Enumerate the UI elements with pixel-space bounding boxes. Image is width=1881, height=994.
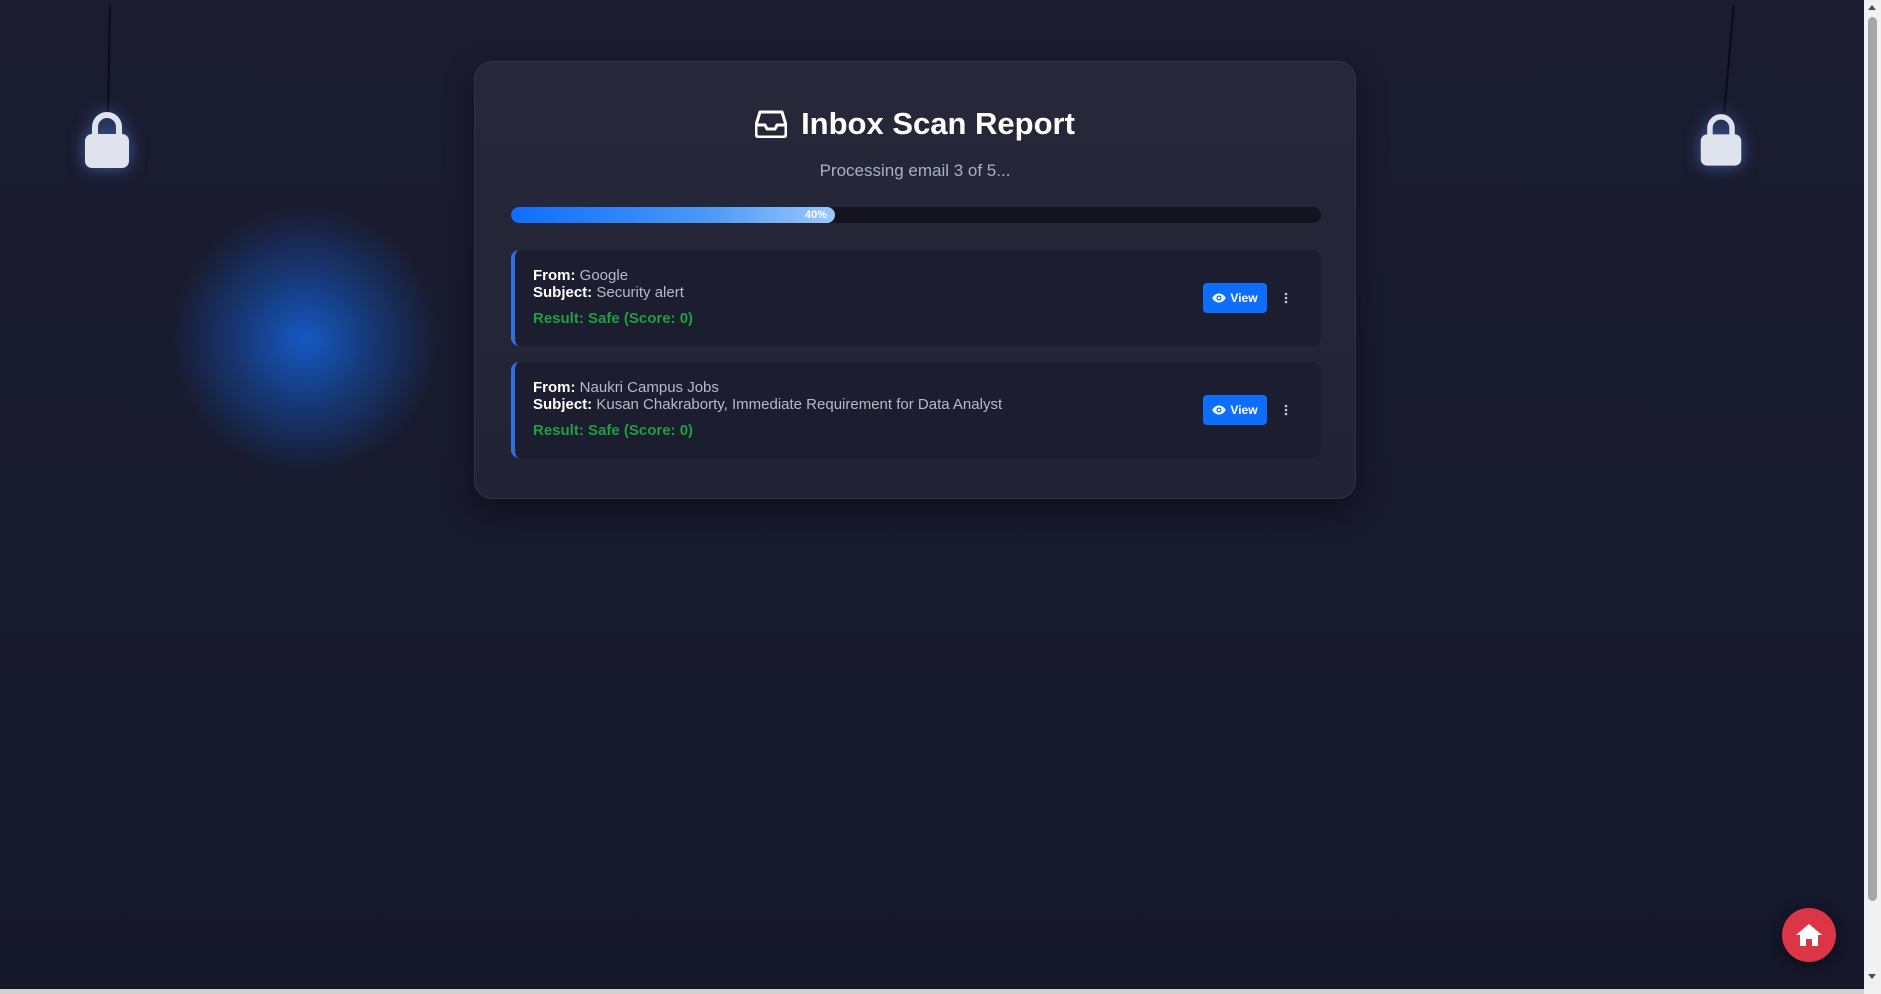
eye-icon <box>1212 293 1227 303</box>
email-list-item: From: Google Subject: Security alert Res… <box>511 250 1321 346</box>
page-viewport: Inbox Scan Report Processing email 3 of … <box>0 0 1864 989</box>
email-subject: Subject: Kusan Chakraborty, Immediate Re… <box>533 396 1002 413</box>
subject-label: Subject: <box>533 396 593 413</box>
scan-progress-bar: 40% <box>511 207 1321 223</box>
more-options-button[interactable] <box>1279 399 1293 421</box>
home-icon <box>1796 924 1822 946</box>
subject-value: Kusan Chakraborty, Immediate Requirement… <box>596 396 1003 413</box>
page-title: Inbox Scan Report <box>475 106 1355 142</box>
lock-string <box>107 4 111 114</box>
from-value: Naukri Campus Jobs <box>579 379 719 396</box>
scroll-down-arrow[interactable] <box>1868 974 1876 979</box>
view-button-label: View <box>1230 403 1258 417</box>
scan-result: Result: Safe (Score: 0) <box>533 310 694 327</box>
email-list-item: From: Naukri Campus Jobs Subject: Kusan … <box>511 362 1321 458</box>
email-from: From: Google <box>533 267 628 284</box>
progress-label: 40% <box>804 209 827 221</box>
page-title-text: Inbox Scan Report <box>801 106 1075 141</box>
decorative-glow <box>170 205 440 475</box>
eye-icon <box>1212 405 1227 415</box>
view-button-label: View <box>1230 291 1258 305</box>
more-options-button[interactable] <box>1279 287 1293 309</box>
subject-label: Subject: <box>533 284 593 301</box>
from-value: Google <box>579 267 629 284</box>
inbox-icon <box>755 110 788 138</box>
email-from: From: Naukri Campus Jobs <box>533 379 719 396</box>
subject-value: Security alert <box>596 284 684 301</box>
vertical-scrollbar[interactable] <box>1864 0 1881 994</box>
scan-report-card: Inbox Scan Report Processing email 3 of … <box>474 61 1356 499</box>
scan-result: Result: Safe (Score: 0) <box>533 422 694 439</box>
home-button[interactable] <box>1782 908 1836 962</box>
view-email-button[interactable]: View <box>1203 283 1267 313</box>
padlock-icon <box>85 112 129 168</box>
from-label: From: <box>533 379 576 396</box>
progress-fill: 40% <box>511 207 835 223</box>
scroll-up-arrow[interactable] <box>1868 5 1876 10</box>
horizontal-scrollbar[interactable] <box>0 989 1864 994</box>
email-subject: Subject: Security alert <box>533 284 684 301</box>
processing-status: Processing email 3 of 5... <box>819 161 1011 180</box>
padlock-icon <box>1700 114 1742 166</box>
view-email-button[interactable]: View <box>1203 395 1267 425</box>
from-label: From: <box>533 267 576 284</box>
lock-string <box>1723 5 1735 113</box>
kebab-menu-icon <box>1284 404 1288 416</box>
kebab-menu-icon <box>1284 292 1288 304</box>
scrollbar-thumb[interactable] <box>1868 17 1877 901</box>
